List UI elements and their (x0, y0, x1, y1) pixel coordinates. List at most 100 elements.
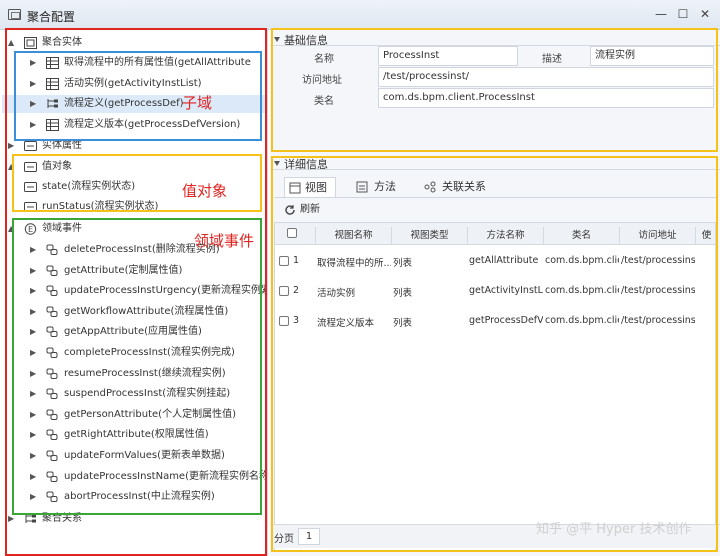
view-icon (289, 182, 301, 194)
refresh-button[interactable]: 刷新 (284, 202, 320, 218)
column-header[interactable]: 类名 (543, 227, 619, 245)
expand-arrow-icon[interactable]: ▶ (30, 323, 40, 341)
table-cell: /test/processins... (621, 285, 695, 296)
expand-arrow-icon[interactable]: ▶ (30, 406, 40, 424)
expand-arrow-icon[interactable]: ▶ (30, 385, 40, 403)
link-icon (46, 244, 59, 256)
expand-arrow-icon[interactable]: ▶ (30, 468, 40, 486)
class-label: 类名 (314, 96, 334, 107)
tree-event-item[interactable]: ▶ getAttribute(定制属性值) (2, 262, 267, 280)
expand-arrow-icon[interactable]: ▶ (30, 95, 40, 113)
expand-arrow-icon[interactable]: ▶ (30, 116, 40, 134)
box-icon (24, 161, 37, 173)
tab-method[interactable]: 方法 (354, 177, 396, 197)
column-header[interactable]: 方法名称 (467, 227, 543, 245)
row-number: 3 (293, 315, 300, 326)
close-button[interactable]: ✕ (698, 7, 712, 21)
description-field[interactable]: 流程实例 (590, 46, 714, 66)
table-row[interactable]: 2 活动实例 列表 getActivityInstListcom.ds.bpm.cli… (275, 277, 715, 305)
table-cell: 列表 (393, 258, 413, 269)
expand-arrow-icon[interactable]: ▶ (30, 488, 40, 506)
watermark: 知乎 @平 Hyper 技术创作 (536, 522, 692, 537)
expand-arrow-icon[interactable]: ▶ (8, 137, 18, 155)
refresh-icon (285, 205, 295, 215)
e-icon: E (24, 223, 37, 235)
tree-aggregate-relations[interactable]: ▶ 聚合关系 (2, 510, 267, 528)
collapse-arrow-icon[interactable]: ▲ (8, 158, 18, 176)
tree-icon (24, 513, 37, 525)
expand-arrow-icon[interactable]: ▶ (30, 344, 40, 362)
aggregate-tree-panel: ▲ 聚合实体 ▶ 取得流程中的所有属性值(getAllAttribute ▶ 活动实例(g… (2, 30, 268, 556)
link-icon (46, 265, 59, 277)
tab-relations[interactable]: 关联关系 (422, 177, 486, 197)
expand-arrow-icon[interactable]: ▶ (30, 54, 40, 72)
tree-entity-item[interactable]: ▶ 取得流程中的所有属性值(getAllAttribute (2, 54, 267, 72)
name-field[interactable]: ProcessInst (378, 46, 518, 66)
name-label: 名称 (314, 54, 334, 65)
table-cell: getAllAttribute (469, 255, 539, 266)
tree-event-item[interactable]: ▶updateProcessInstUrgency(更新流程实例紧急程 (2, 282, 267, 300)
row-checkbox[interactable] (279, 286, 289, 296)
collapse-icon (274, 37, 280, 42)
collapse-arrow-icon[interactable]: ▲ (8, 34, 18, 52)
tree-entity-item[interactable]: ▶ 流程定义版本(getProcessDefVersion) (2, 116, 267, 134)
tab-view[interactable]: 视图 (284, 177, 336, 197)
expand-arrow-icon[interactable]: ▶ (30, 282, 40, 300)
tree-value-item[interactable]: state(流程实例状态) (2, 178, 267, 196)
expand-arrow-icon[interactable]: ▶ (30, 75, 40, 93)
link-icon (46, 306, 59, 318)
views-table: 视图名称 视图类型 方法名称 类名 访问地址使 1 取得流程中的所... 列表 getAllAt… (274, 222, 716, 552)
table-cell: getProcessDefV... (469, 315, 543, 326)
column-header[interactable]: 视图类型 (391, 227, 467, 245)
tree-entity-item[interactable]: ▶ 活动实例(getActivityInstList) (2, 75, 267, 93)
expand-arrow-icon[interactable]: ▶ (8, 510, 18, 528)
tree-root-aggregate-entity[interactable]: ▲ 聚合实体 (2, 34, 267, 52)
table-cell: /test/processins... (621, 315, 695, 326)
tree-event-item[interactable]: ▶ getPersonAttribute(个人定制属性值) (2, 406, 267, 424)
url-field[interactable]: /test/processinst/ (378, 67, 714, 87)
tree-value-object[interactable]: ▲ 值对象 (2, 158, 267, 176)
row-checkbox[interactable] (279, 256, 289, 266)
page-number-input[interactable]: 1 (298, 528, 320, 545)
column-header[interactable]: 访问地址 (619, 227, 695, 245)
row-number: 2 (293, 285, 300, 296)
tree-entity-properties[interactable]: ▶ 实体属性 (2, 137, 267, 155)
link-icon (46, 429, 59, 441)
tree-entity-item[interactable]: ▶ 流程定义(getProcessDef) (2, 95, 267, 113)
tree-event-item[interactable]: ▶ updateFormValues(更新表单数据) (2, 447, 267, 465)
expand-arrow-icon[interactable]: ▶ (30, 262, 40, 280)
table-cell: com.ds.bpm.clie... (545, 285, 619, 296)
tree-event-item[interactable]: ▶ getAppAttribute(应用属性值) (2, 323, 267, 341)
expand-arrow-icon[interactable]: ▶ (30, 365, 40, 383)
expand-arrow-icon[interactable]: ▶ (30, 426, 40, 444)
tree-event-item[interactable]: ▶ getRightAttribute(权限属性值) (2, 426, 267, 444)
maximize-button[interactable]: ☐ (676, 7, 690, 21)
row-checkbox[interactable] (279, 316, 289, 326)
table-row[interactable]: 1 取得流程中的所... 列表 getAllAttribute com.ds.bpm.c… (275, 247, 715, 275)
minimize-button[interactable]: — (654, 7, 668, 21)
tree-event-item[interactable]: ▶ suspendProcessInst(流程实例挂起) (2, 385, 267, 403)
class-field[interactable]: com.ds.bpm.client.ProcessInst (378, 88, 714, 108)
table-row[interactable]: 3 流程定义版本 列表 getProcessDefV...com.ds.bpm.cli… (275, 307, 715, 335)
collapse-arrow-icon[interactable]: ▲ (8, 220, 18, 238)
expand-arrow-icon[interactable]: ▶ (30, 241, 40, 259)
tree-event-item[interactable]: ▶ resumeProcessInst(继续流程实例) (2, 365, 267, 383)
box-icon (24, 201, 37, 213)
expand-arrow-icon[interactable]: ▶ (30, 447, 40, 465)
tree-value-item[interactable]: runStatus(流程实例状态) (2, 198, 267, 216)
subdomain-annotation: 子域 (182, 94, 213, 112)
link-icon (46, 471, 59, 483)
column-header[interactable]: 使 (695, 227, 717, 245)
row-number: 1 (293, 255, 300, 266)
table-cell: 流程定义版本 (317, 318, 375, 329)
tree-event-item[interactable]: ▶ completeProcessInst(流程实例完成) (2, 344, 267, 362)
tree-event-item[interactable]: ▶ abortProcessInst(中止流程实例) (2, 488, 267, 506)
select-all-checkbox[interactable] (287, 228, 297, 238)
basic-info-header[interactable]: 基础信息 (270, 32, 720, 47)
link-icon (46, 388, 59, 400)
expand-arrow-icon[interactable]: ▶ (30, 303, 40, 321)
column-header[interactable]: 视图名称 (315, 227, 391, 245)
detail-info-header[interactable]: 详细信息 (270, 156, 720, 171)
tree-event-item[interactable]: ▶ getWorkflowAttribute(流程属性值) (2, 303, 267, 321)
tree-event-item[interactable]: ▶ updateProcessInstName(更新流程实例名称（ (2, 468, 267, 486)
